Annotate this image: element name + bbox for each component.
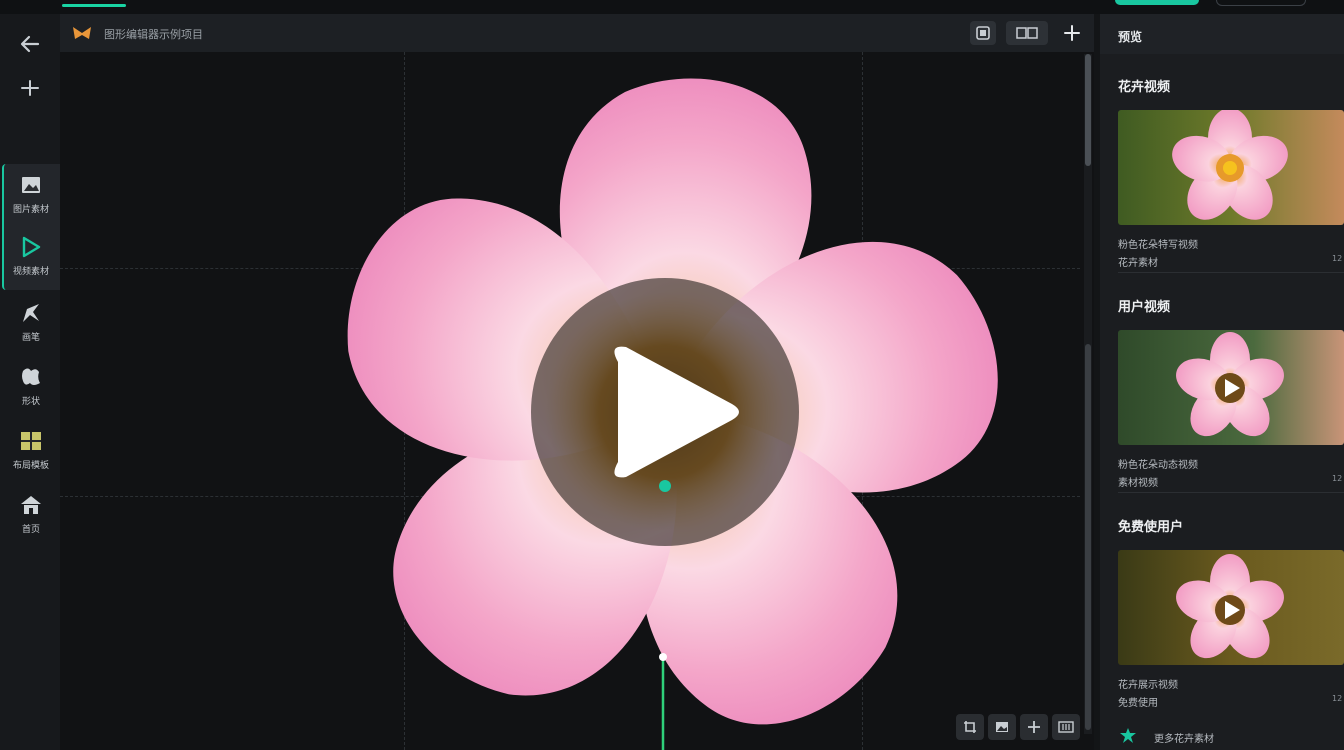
- divider: [1118, 272, 1344, 273]
- settings-icon: [1058, 721, 1074, 733]
- tool-label: 布局模板: [12, 461, 49, 471]
- play-icon: [22, 236, 41, 258]
- card-title: 粉色花朵动态视频: [1118, 460, 1198, 471]
- left-toolbar: 图片素材 视频素材 画笔 形状 布局模板 首页: [0, 14, 64, 750]
- tool-image[interactable]: 图片素材: [0, 164, 62, 224]
- card-title: 花卉展示视频: [1118, 680, 1178, 691]
- video-thumbnail[interactable]: [1118, 330, 1344, 445]
- tool-home[interactable]: 首页: [0, 484, 62, 544]
- scroll-thumb[interactable]: [1085, 54, 1091, 166]
- crop-icon: [964, 721, 976, 733]
- play-overlay[interactable]: [531, 278, 799, 546]
- grid-button[interactable]: [1006, 21, 1048, 45]
- plus-icon: [21, 80, 39, 96]
- panel-header: 预览: [1100, 14, 1344, 54]
- section-title: 花卉视频: [1118, 80, 1171, 95]
- home-icon: [21, 496, 41, 514]
- tool-shape[interactable]: 形状: [0, 356, 62, 416]
- section-title: 免费使用户: [1118, 520, 1184, 535]
- tool-layout[interactable]: 布局模板: [0, 420, 62, 480]
- layout-icon: [21, 432, 41, 450]
- flower-icon: [1120, 728, 1136, 743]
- frame-icon: [976, 26, 990, 40]
- card-subtitle: 免费使用: [1118, 698, 1158, 709]
- tool-pen[interactable]: 画笔: [0, 292, 62, 352]
- pen-icon: [23, 304, 39, 322]
- image-icon: [22, 177, 40, 193]
- app-logo-icon: [73, 27, 91, 39]
- top-strip: [0, 0, 1344, 14]
- scroll-track-segment[interactable]: [1085, 344, 1091, 730]
- card-badge: 12: [1332, 694, 1343, 703]
- card-subtitle: 花卉素材: [1118, 258, 1158, 269]
- video-thumbnail[interactable]: [1118, 550, 1344, 665]
- image-icon: [996, 722, 1008, 732]
- back-button[interactable]: [14, 28, 46, 60]
- tool-label: 形状: [21, 397, 40, 407]
- plus-icon: [1064, 25, 1080, 41]
- anchor-handle[interactable]: [659, 480, 671, 492]
- panel-title: 预览: [1118, 30, 1143, 44]
- add-button[interactable]: [14, 72, 46, 104]
- flower-video[interactable]: [290, 44, 1050, 750]
- plus-icon: [1028, 721, 1040, 733]
- playhead-handle[interactable]: [659, 653, 667, 661]
- divider: [1118, 492, 1344, 493]
- panel-footer[interactable]: 更多花卉素材: [1118, 722, 1344, 750]
- secondary-action-button[interactable]: [1216, 0, 1306, 6]
- grid-icon: [1016, 27, 1038, 39]
- canvas-area[interactable]: 图形编辑器示例项目: [60, 14, 1094, 750]
- add-element-button[interactable]: [1058, 21, 1086, 45]
- card-badge: 12: [1332, 474, 1343, 483]
- card-subtitle: 素材视频: [1118, 478, 1158, 489]
- crop-button[interactable]: [956, 714, 984, 740]
- frame-button[interactable]: [970, 21, 996, 45]
- video-thumbnail[interactable]: [1118, 110, 1344, 225]
- document-title: 图形编辑器示例项目: [104, 28, 203, 41]
- card-badge: 12: [1332, 254, 1343, 263]
- section-title: 用户视频: [1118, 300, 1171, 315]
- tool-label: 图片素材: [12, 205, 49, 215]
- tool-label: 画笔: [21, 333, 40, 343]
- arrow-left-icon: [20, 35, 40, 53]
- active-tab-indicator[interactable]: [62, 4, 126, 7]
- tool-label: 视频素材: [12, 267, 49, 277]
- vertical-scrollbar[interactable]: [1084, 54, 1092, 734]
- card-title: 粉色花朵特写视频: [1118, 240, 1198, 251]
- shape-icon: [22, 368, 40, 385]
- footer-label: 更多花卉素材: [1154, 734, 1214, 745]
- right-panel: 预览 花卉视频 粉色花朵特写视频 花卉素材 12 用户视频 粉色花朵动态视频 素…: [1100, 14, 1344, 750]
- add-button[interactable]: [1020, 714, 1048, 740]
- settings-button[interactable]: [1052, 714, 1080, 740]
- tool-label: 首页: [21, 525, 40, 535]
- primary-action-button[interactable]: [1115, 0, 1199, 5]
- image-button[interactable]: [988, 714, 1016, 740]
- canvas-bottom-tools: [956, 714, 1080, 740]
- tool-video[interactable]: 视频素材: [0, 226, 62, 286]
